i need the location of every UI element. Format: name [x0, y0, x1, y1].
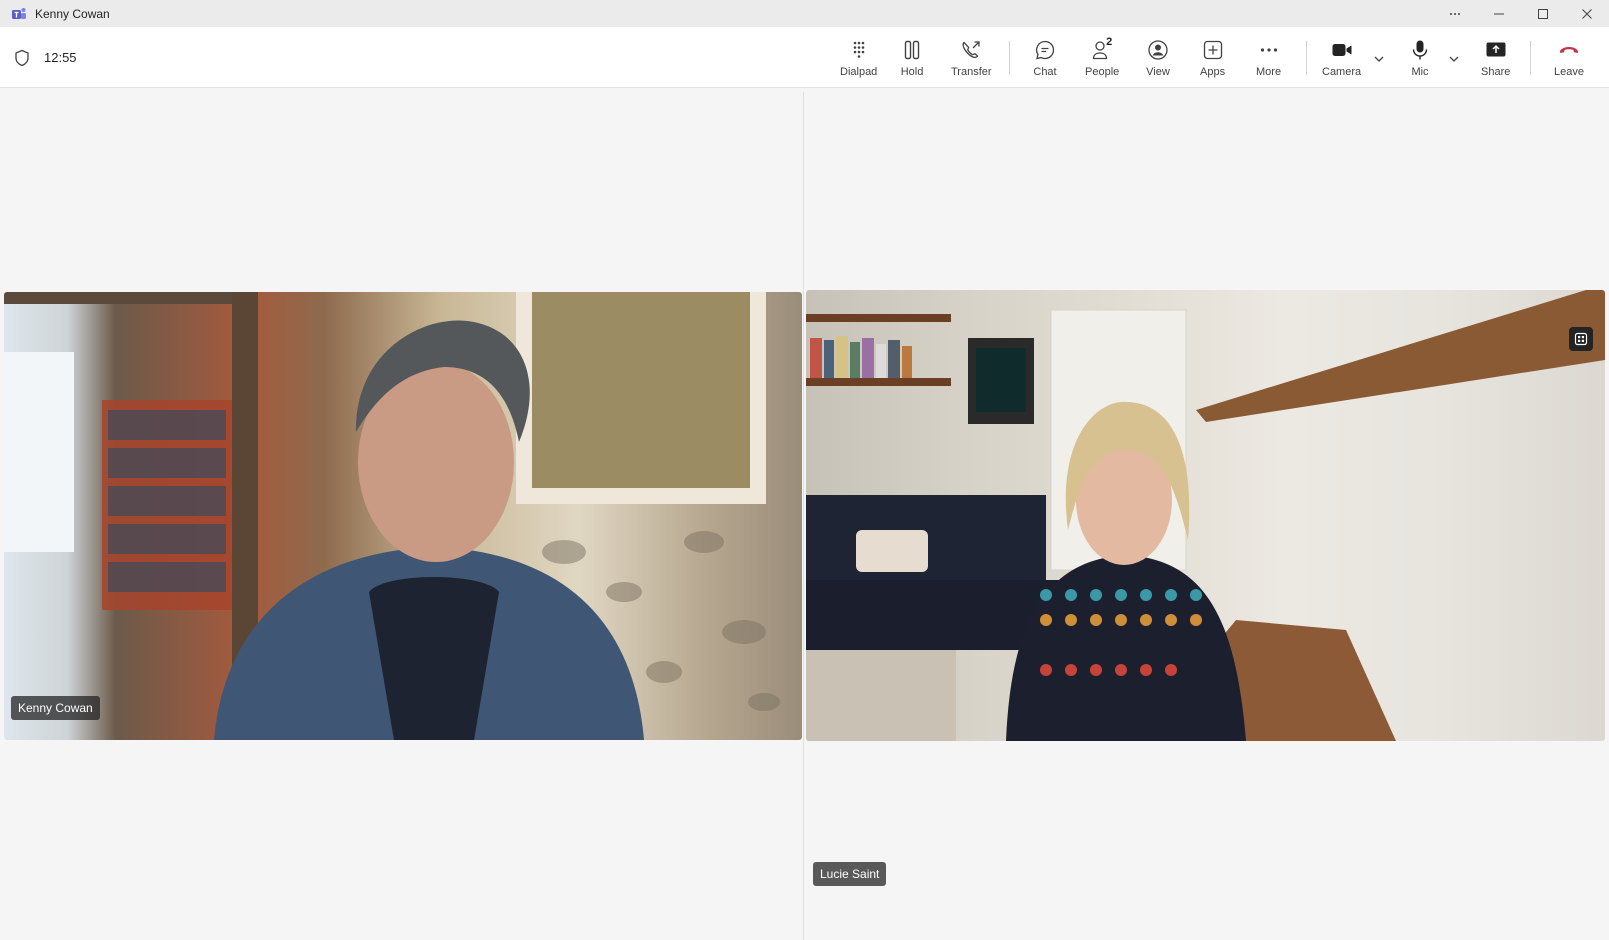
participant-video-feed — [4, 292, 780, 740]
people-count-badge: 2 — [1106, 36, 1113, 48]
stage-divider — [803, 92, 804, 940]
mic-options-chevron-icon[interactable] — [1448, 53, 1460, 65]
participant-name-tag: Lucie Saint — [813, 862, 887, 886]
call-toolbar: 12:55 Dialpad Hold Transfer Chat 2 Peopl… — [0, 27, 1609, 88]
call-timer: 12:55 — [44, 50, 77, 65]
chat-button[interactable]: Chat — [1033, 27, 1057, 87]
apps-label: Apps — [1200, 66, 1226, 78]
grid-layout-icon — [1574, 332, 1588, 346]
people-button[interactable]: 2 People — [1085, 27, 1119, 87]
chat-icon — [1035, 40, 1055, 60]
close-icon — [1582, 8, 1592, 19]
close-window-button[interactable] — [1565, 0, 1609, 27]
transfer-button[interactable]: Transfer — [951, 27, 992, 87]
share-label: Share — [1481, 66, 1511, 78]
pause-icon — [904, 40, 920, 60]
participant-video-feed — [806, 290, 1605, 741]
share-button[interactable]: Share — [1481, 27, 1510, 87]
dialpad-button[interactable]: Dialpad — [840, 27, 877, 87]
microphone-icon — [1412, 40, 1428, 60]
hang-up-icon — [1559, 47, 1578, 53]
window-more-button[interactable] — [1433, 0, 1477, 27]
dialpad-icon — [853, 41, 864, 58]
share-screen-icon — [1486, 42, 1506, 57]
add-apps-icon — [1203, 40, 1222, 60]
ellipsis-icon — [1450, 12, 1460, 15]
minimize-button[interactable] — [1477, 0, 1521, 27]
view-label: View — [1146, 66, 1170, 78]
dialpad-label: Dialpad — [840, 66, 878, 78]
more-label: More — [1256, 66, 1282, 78]
view-button[interactable]: View — [1146, 27, 1170, 87]
maximize-icon — [1538, 8, 1548, 19]
more-button[interactable]: More — [1256, 27, 1281, 87]
call-stage: Kenny Cowan Lucie Saint — [0, 88, 1609, 940]
leave-button[interactable]: Leave — [1554, 27, 1584, 87]
more-icon — [1260, 48, 1277, 52]
maximize-button[interactable] — [1521, 0, 1565, 27]
toolbar-divider — [1530, 41, 1531, 75]
video-options-button[interactable] — [1569, 327, 1593, 351]
shield-icon — [15, 49, 29, 67]
camera-label: Camera — [1322, 66, 1362, 78]
minimize-icon — [1494, 13, 1504, 14]
participant-video-tile[interactable] — [806, 290, 1605, 741]
participant-video-tile[interactable]: Kenny Cowan — [4, 292, 802, 740]
camera-options-chevron-icon[interactable] — [1373, 53, 1385, 65]
teams-app-icon — [12, 7, 26, 19]
call-transfer-icon — [962, 41, 980, 59]
hold-label: Hold — [900, 66, 924, 78]
chat-label: Chat — [1033, 66, 1057, 78]
title-bar: Kenny Cowan — [0, 0, 1609, 27]
transfer-label: Transfer — [951, 66, 992, 78]
mic-label: Mic — [1411, 66, 1429, 78]
leave-label: Leave — [1554, 66, 1584, 78]
toolbar-divider — [1306, 41, 1307, 75]
apps-button[interactable]: Apps — [1200, 27, 1225, 87]
camera-button[interactable]: Camera — [1322, 27, 1361, 87]
people-label: People — [1085, 66, 1120, 78]
hold-button[interactable]: Hold — [900, 27, 924, 87]
window-title: Kenny Cowan — [35, 6, 110, 21]
video-camera-icon — [1332, 44, 1352, 56]
toolbar-divider — [1009, 41, 1010, 75]
participant-name-tag: Kenny Cowan — [11, 696, 100, 720]
mic-button[interactable]: Mic — [1408, 27, 1432, 87]
view-icon — [1148, 40, 1168, 60]
